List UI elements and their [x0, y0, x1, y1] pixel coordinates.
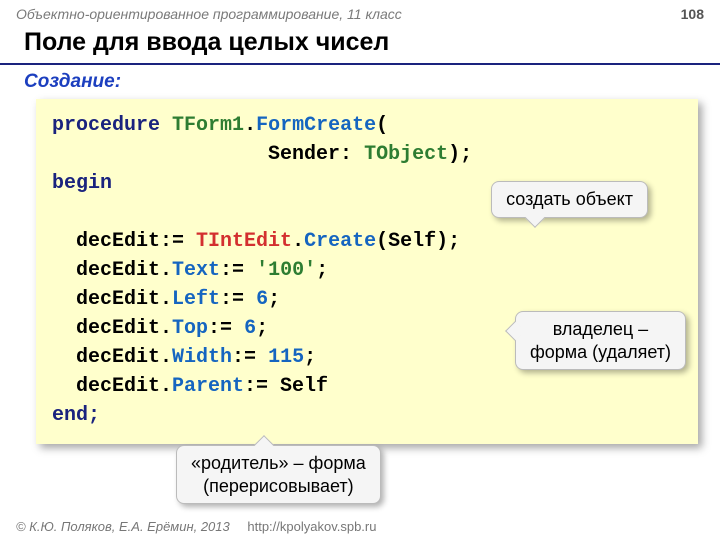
- kw-procedure: procedure: [52, 114, 160, 137]
- class-tform1: TForm1: [172, 114, 244, 137]
- section-subhead: Создание:: [0, 65, 720, 95]
- footer-url: http://kpolyakov.spb.ru: [247, 519, 376, 534]
- code-area: procedure TForm1.FormCreate( Sender: TOb…: [36, 99, 698, 444]
- slide-footer: © К.Ю. Поляков, Е.А. Ерёмин, 2013 http:/…: [16, 519, 376, 534]
- class-tintedit: TIntEdit: [196, 230, 292, 253]
- page-title: Поле для ввода целых чисел: [0, 24, 720, 65]
- callout-parent: «родитель» – форма (перерисовывает): [176, 445, 381, 504]
- slide-header: Объектно-ориентированное программировани…: [0, 0, 720, 24]
- callout-create-object: создать объект: [491, 181, 648, 218]
- prop-width: Width: [172, 346, 232, 369]
- course-label: Объектно-ориентированное программировани…: [16, 6, 402, 22]
- prop-parent: Parent: [172, 375, 244, 398]
- code-block: procedure TForm1.FormCreate( Sender: TOb…: [36, 99, 698, 444]
- method-create: Create: [304, 230, 376, 253]
- page-number: 108: [681, 6, 704, 22]
- method-formcreate: FormCreate: [256, 114, 376, 137]
- prop-top: Top: [172, 317, 208, 340]
- type-tobject: TObject: [364, 143, 448, 166]
- callout-owner: владелец – форма (удаляет): [515, 311, 686, 370]
- kw-begin: begin: [52, 172, 112, 195]
- copyright-text: © К.Ю. Поляков, Е.А. Ерёмин, 2013: [16, 519, 230, 534]
- prop-text: Text: [172, 259, 220, 282]
- prop-left: Left: [172, 288, 220, 311]
- kw-end: end;: [52, 404, 100, 427]
